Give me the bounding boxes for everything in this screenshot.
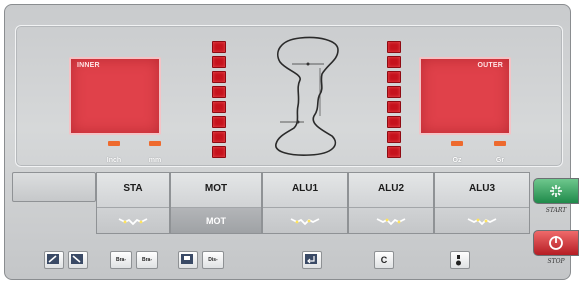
enter-icon (305, 254, 317, 264)
power-icon (549, 236, 563, 250)
unit-mm-indicator (149, 141, 161, 146)
tab-alu2-label: ALU2 (377, 183, 405, 194)
tab-alu1[interactable]: ALU1 (262, 172, 348, 234)
measure-arm-icon (181, 254, 193, 264)
outer-display: OUTER (419, 57, 511, 135)
unit-mm-label: mm (148, 157, 162, 164)
bra-button-1[interactable]: Bra- (110, 251, 132, 269)
unit-gr-label: Gr (495, 157, 505, 164)
tab-mot-sub-label: MOT (206, 216, 226, 226)
led-segment (212, 71, 226, 83)
tab-mot-label: MOT (204, 183, 228, 194)
start-button[interactable] (533, 178, 579, 204)
bra-button-2[interactable]: Bra- (136, 251, 158, 269)
unit-mm[interactable]: mm (138, 141, 172, 167)
tab-sta-icon-area (97, 207, 169, 233)
rim-profile-icon (290, 218, 320, 226)
unit-gr[interactable]: Gr (483, 141, 517, 167)
start-measure-button[interactable] (44, 251, 64, 269)
clear-button[interactable]: C (374, 251, 394, 269)
led-segment (212, 116, 226, 128)
led-segment (212, 101, 226, 113)
rim-profile-icon (118, 218, 148, 226)
led-segment (212, 131, 226, 143)
measure-point-bottom (296, 120, 300, 124)
tab-sta-label: STA (123, 183, 143, 194)
tab-alu3[interactable]: ALU3 (434, 172, 530, 234)
tab-alu3-icon-area (435, 207, 529, 233)
unit-inch-label: Inch (106, 157, 122, 164)
inner-display: INNER (69, 57, 161, 135)
start-distance-button[interactable] (178, 251, 198, 269)
led-segment (387, 41, 401, 53)
outer-display-label: OUTER (477, 62, 503, 69)
led-segment (387, 146, 401, 158)
weight-icon (456, 255, 461, 266)
wheel-profile-diagram (275, 36, 339, 156)
tab-mot[interactable]: MOT MOT (170, 172, 262, 234)
tab-alu2[interactable]: ALU2 (348, 172, 434, 234)
led-segment (387, 56, 401, 68)
led-segment (387, 86, 401, 98)
led-segment (387, 101, 401, 113)
tab-sta[interactable]: STA (96, 172, 170, 234)
led-segment (387, 116, 401, 128)
unit-oz-label: Oz (452, 157, 462, 164)
wheel-outline (275, 36, 339, 156)
rim-profile-icon (467, 218, 497, 226)
start-burst-icon (550, 185, 562, 197)
led-segment (212, 56, 226, 68)
arrow-down-right-icon (71, 254, 83, 264)
tab-alu1-icon-area (263, 207, 347, 233)
dis-button[interactable]: Dis- (202, 251, 224, 269)
led-segment (387, 131, 401, 143)
rim-profile-icon (376, 218, 406, 226)
unit-inch-indicator (108, 141, 120, 146)
stop-measure-button[interactable] (68, 251, 88, 269)
led-segment (212, 41, 226, 53)
function-toolbar: Bra- Bra- Dis- C (12, 240, 530, 274)
right-led-bar (387, 41, 401, 161)
program-tabs: STA MOT MOT ALU1 ALU2 ALU3 (12, 172, 530, 234)
led-segment (212, 146, 226, 158)
stop-button[interactable] (533, 230, 579, 256)
tab-alu2-icon-area (349, 207, 433, 233)
start-label: START (545, 207, 567, 214)
led-segment (212, 86, 226, 98)
unit-gr-indicator (494, 141, 506, 146)
enter-button[interactable] (302, 251, 322, 269)
unit-inch[interactable]: Inch (97, 141, 131, 167)
tab-alu3-label: ALU3 (468, 183, 496, 194)
tab-mot-sub-area: MOT (171, 207, 261, 233)
tab-alu1-label: ALU1 (291, 183, 319, 194)
measure-point-top (306, 62, 310, 66)
weight-drop-button[interactable] (450, 251, 470, 269)
inner-display-label: INNER (77, 62, 100, 69)
left-led-bar (212, 41, 226, 161)
blank-tab (12, 172, 96, 202)
unit-oz-indicator (451, 141, 463, 146)
stop-label: STOP (547, 258, 565, 265)
arrow-up-right-icon (47, 254, 59, 264)
led-segment (387, 71, 401, 83)
unit-oz[interactable]: Oz (440, 141, 474, 167)
